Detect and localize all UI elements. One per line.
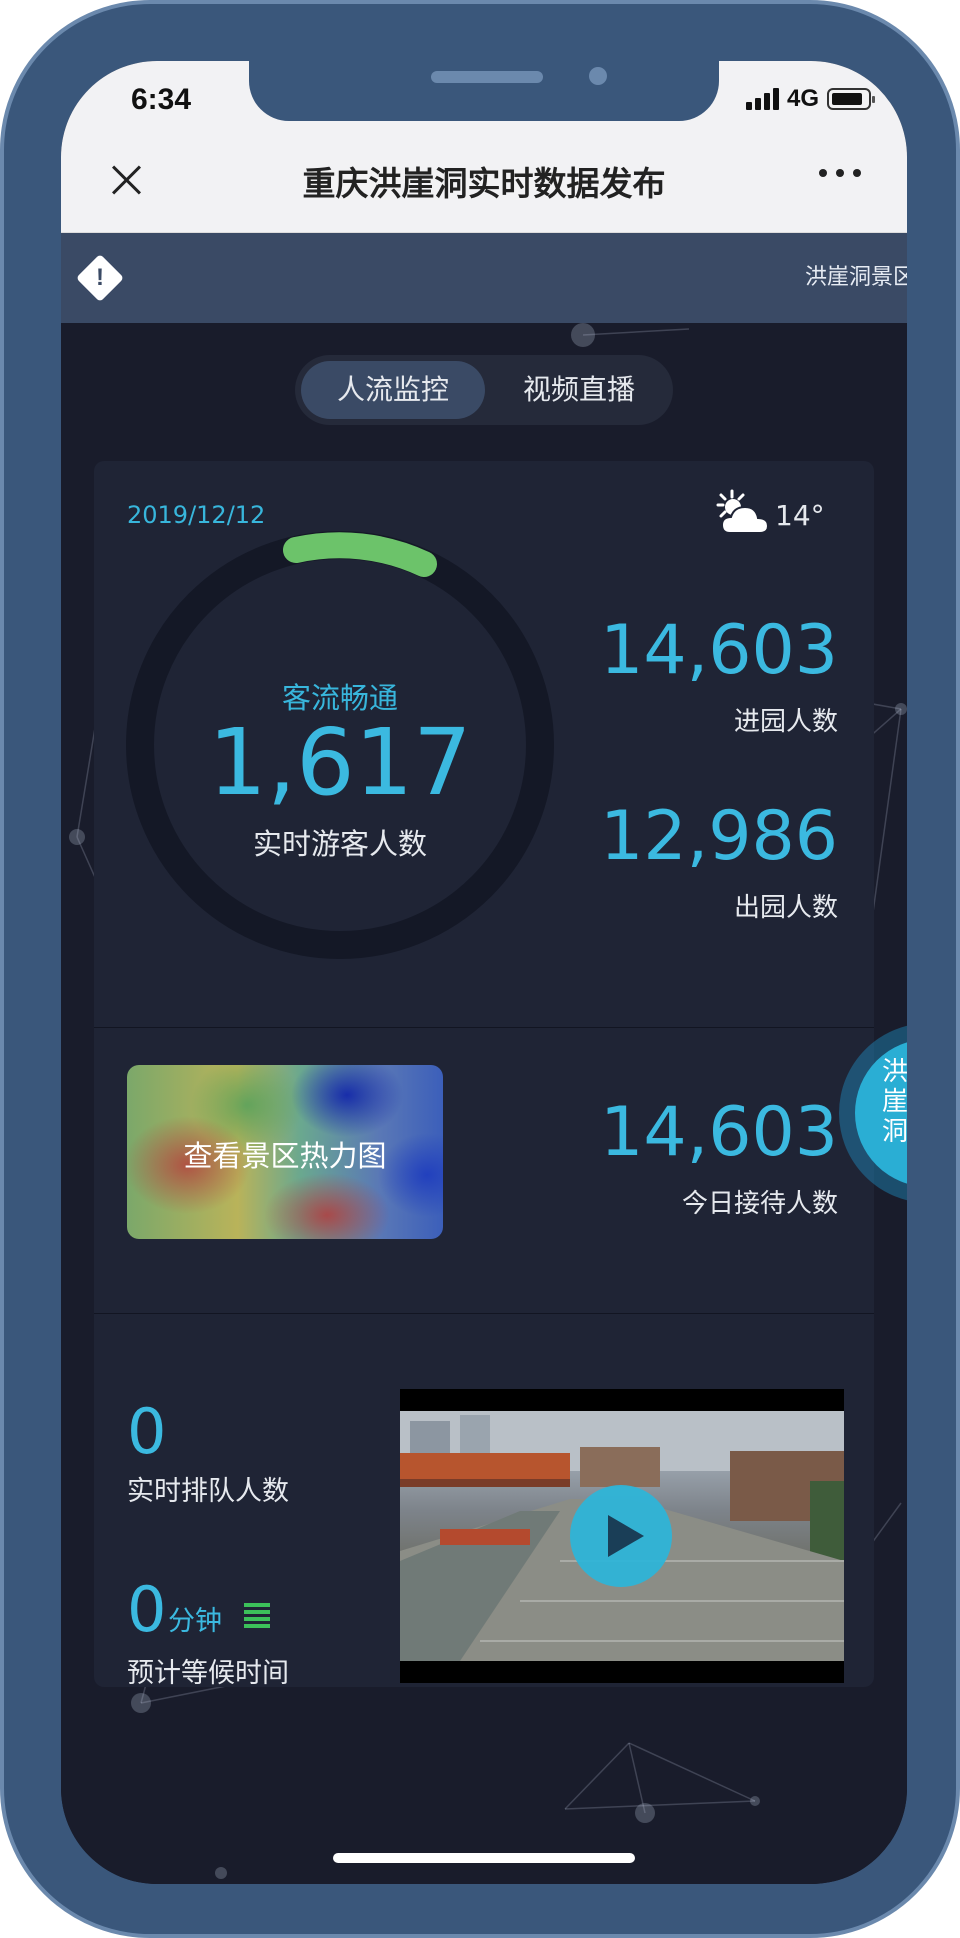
float-button-label: 洪崖洞: [881, 1057, 907, 1147]
realtime-visitor-count: 1,617: [208, 709, 472, 816]
battery-icon: [827, 88, 875, 110]
partly-cloudy-icon: [716, 489, 770, 534]
video-player[interactable]: [400, 1389, 844, 1683]
entered-count: 14,603: [600, 611, 838, 690]
tab-crowd-monitor[interactable]: 人流监控: [301, 361, 485, 419]
status-time: 6:34: [131, 83, 192, 116]
title-bar: 重庆洪崖洞实时数据发布: [61, 125, 907, 233]
temperature: 14°: [775, 499, 825, 532]
realtime-visitor-label: 实时游客人数: [252, 827, 427, 861]
more-icon[interactable]: [819, 169, 861, 177]
main-content: 人流监控 视频直播 2019/12/12 14° 客流畅通 1,617 实时游客…: [61, 323, 907, 1884]
page-title: 重庆洪崖洞实时数据发布: [302, 164, 666, 203]
queue-count: 0: [127, 1395, 167, 1468]
exited-count: 12,986: [600, 797, 838, 876]
network-type: 4G: [786, 85, 819, 112]
notch: [249, 61, 719, 121]
scenic-spot-float-button[interactable]: 洪崖洞: [839, 1023, 907, 1203]
exited-label: 出园人数: [733, 893, 838, 923]
mode-switch: 人流监控 视频直播: [295, 355, 673, 425]
signal-icon: [745, 88, 779, 110]
screen: 6:34 4G 重庆洪崖洞实时数据发布 ! 洪崖洞景区 人流监控 视频直播 20…: [61, 61, 907, 1884]
wait-time-unit: 分钟: [168, 1606, 222, 1637]
tab-live-video[interactable]: 视频直播: [491, 361, 667, 419]
notice-marquee: 洪崖洞景区: [805, 265, 907, 290]
divider: [94, 1027, 874, 1028]
date-label: 2019/12/12: [127, 501, 266, 529]
heatmap-label: 查看景区热力图: [183, 1139, 387, 1173]
entered-label: 进园人数: [733, 707, 838, 737]
list-icon: [244, 1603, 270, 1629]
wait-time-value: 0: [127, 1573, 167, 1646]
today-visitor-count: 14,603: [600, 1093, 838, 1172]
phone-frame: 6:34 4G 重庆洪崖洞实时数据发布 ! 洪崖洞景区 人流监控 视频直播 20…: [0, 0, 960, 1938]
home-indicator[interactable]: [333, 1853, 635, 1863]
speaker: [431, 71, 543, 83]
stats-card: 2019/12/12 14° 客流畅通 1,617 实时游客人数 14,603 …: [94, 461, 874, 1687]
notice-banner[interactable]: ! 洪崖洞景区: [61, 233, 907, 323]
play-icon[interactable]: [570, 1485, 672, 1587]
camera: [589, 67, 607, 85]
today-visitor-label: 今日接待人数: [681, 1189, 838, 1219]
wait-time-label: 预计等候时间: [127, 1658, 289, 1687]
queue-label: 实时排队人数: [127, 1476, 289, 1507]
warning-icon: !: [75, 253, 125, 303]
divider: [94, 1313, 874, 1314]
status-bar: 6:34 4G: [61, 61, 907, 125]
status-icons: 4G: [745, 85, 875, 113]
